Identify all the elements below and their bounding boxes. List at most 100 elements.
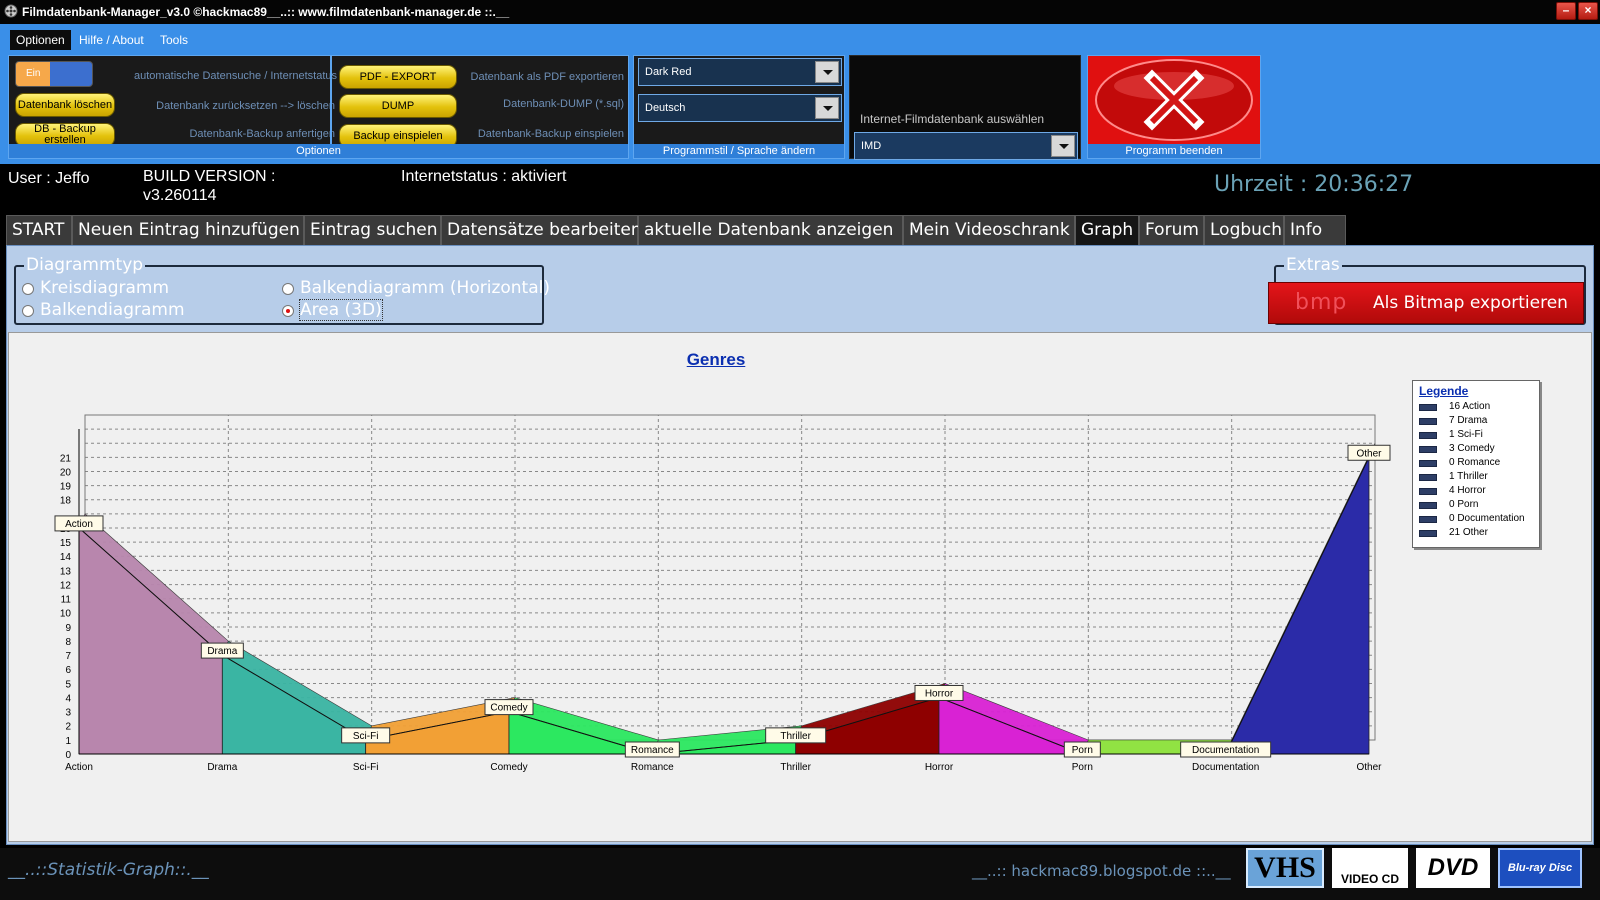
y-tick-label: 20 (60, 467, 72, 478)
legend-swatch (1419, 474, 1437, 481)
build-value: v3.260114 (143, 187, 217, 204)
tab-new-entry[interactable]: Neuen Eintrag hinzufügen (72, 215, 304, 245)
tab-start[interactable]: START (6, 215, 72, 245)
export-bitmap-button[interactable]: bmp Als Bitmap exportieren (1268, 282, 1584, 324)
y-tick-label: 21 (60, 453, 72, 464)
legend-title: Legende (1419, 384, 1469, 398)
db-delete-button[interactable]: Datenbank löschen (15, 93, 115, 117)
autosearch-toggle[interactable]: Ein (15, 61, 93, 87)
legend-item: 0 Porn (1419, 498, 1533, 512)
legend-swatch (1419, 516, 1437, 523)
x-tick-label: Documentation (1192, 762, 1259, 773)
hint-backup-import: Datenbank-Backup einspielen (477, 128, 624, 140)
legend-swatch (1419, 488, 1437, 495)
app-window: Filmdatenbank-Manager_v3.0 ©hackmac89__.… (0, 0, 1600, 900)
chevron-down-icon[interactable] (1051, 135, 1075, 157)
legend-swatch (1419, 502, 1437, 509)
tab-search[interactable]: Eintrag suchen (304, 215, 441, 245)
y-tick-label: 6 (65, 665, 71, 676)
dump-button[interactable]: DUMP (339, 94, 457, 118)
x-tick-label: Other (1356, 762, 1382, 773)
x-tick-label: Horror (925, 762, 954, 773)
export-bitmap-label: Als Bitmap exportieren (1373, 293, 1568, 313)
hint-db-backup: Datenbank-Backup anfertigen (189, 128, 335, 140)
chevron-down-icon[interactable] (815, 61, 839, 83)
radio-bar[interactable]: Balkendiagramm (22, 300, 185, 320)
legend-text: 16 Action (1449, 401, 1491, 412)
legend-text: 1 Thriller (1449, 471, 1488, 482)
user-label: User : Jeffo (8, 170, 90, 187)
title-bar: Filmdatenbank-Manager_v3.0 ©hackmac89__.… (0, 0, 1600, 24)
menu-optionen[interactable]: Optionen (10, 30, 71, 50)
window-title: Filmdatenbank-Manager_v3.0 ©hackmac89__.… (22, 5, 510, 19)
imdb-select-value: IMD (861, 140, 882, 152)
bluray-logo: Blu-ray Disc (1498, 848, 1582, 888)
legend-text: 4 Horror (1449, 485, 1486, 496)
legend-text: 3 Comedy (1449, 443, 1495, 454)
x-tick-label: Thriller (780, 762, 811, 773)
group-caption-exit: Programm beenden (1088, 144, 1260, 158)
video-cd-logo: VIDEO CD (1332, 848, 1408, 888)
y-tick-label: 19 (60, 482, 72, 493)
point-label: Thriller (780, 731, 811, 742)
legend-item: 0 Documentation (1419, 512, 1533, 526)
tab-show-database[interactable]: aktuelle Datenbank anzeigen (638, 215, 903, 245)
menu-hilfe-about[interactable]: Hilfe / About (73, 30, 150, 50)
tab-graph[interactable]: Graph (1075, 215, 1139, 245)
chart-title: Genres (686, 350, 746, 369)
menu-bar: Optionen Hilfe / About Tools (0, 24, 1600, 52)
y-tick-label: 5 (65, 679, 71, 690)
close-window-button[interactable]: × (1578, 2, 1598, 20)
tab-forum[interactable]: Forum (1139, 215, 1204, 245)
style-select[interactable]: Dark Red (638, 58, 842, 86)
y-tick-label: 0 (65, 750, 71, 761)
radio-pie[interactable]: Kreisdiagramm (22, 278, 169, 298)
radio-dot (22, 283, 34, 295)
tab-bar: START Neuen Eintrag hinzufügen Eintrag s… (6, 215, 1594, 245)
tab-video-cabinet[interactable]: Mein Videoschrank (903, 215, 1075, 245)
y-tick-label: 18 (60, 496, 72, 507)
style-select-value: Dark Red (645, 66, 692, 78)
language-select-value: Deutsch (645, 102, 686, 114)
toggle-label: Ein (26, 68, 41, 79)
x-tick-label: Action (65, 762, 93, 773)
y-tick-label: 10 (60, 609, 72, 620)
y-tick-label: 2 (65, 722, 71, 733)
y-tick-label: 11 (61, 595, 72, 606)
area-segment (78, 527, 223, 755)
y-tick-label: 14 (60, 552, 72, 563)
legend-swatch (1419, 460, 1437, 467)
radio-bar-horizontal[interactable]: Balkendiagramm (Horizontal) (282, 278, 550, 298)
legend-item: 16 Action (1419, 400, 1533, 414)
menu-tools[interactable]: Tools (154, 30, 194, 50)
radio-area-3d[interactable]: Area (3D) (282, 299, 383, 321)
extras-title: Extras (1284, 255, 1342, 275)
hint-db-reset: Datenbank zurücksetzen --> löschen (156, 100, 335, 112)
exit-button[interactable] (1088, 56, 1260, 144)
imdb-select[interactable]: IMD (854, 132, 1078, 160)
y-tick-label: 7 (65, 651, 71, 662)
legend-item: 4 Horror (1419, 484, 1533, 498)
legend-item: 21 Other (1419, 526, 1533, 540)
tab-logbook[interactable]: Logbuch (1204, 215, 1284, 245)
point-label: Action (65, 519, 93, 530)
minimize-button[interactable]: – (1556, 2, 1576, 20)
chart-area: 01234567891011121314151618192021ActionDr… (8, 332, 1592, 842)
hint-autosearch: automatische Datensuche / Internetstatus (133, 70, 337, 82)
film-reel-icon (4, 4, 18, 18)
chevron-down-icon[interactable] (815, 97, 839, 119)
ribbon-group-exit: Programm beenden (1087, 55, 1261, 159)
close-icon: × (1584, 3, 1592, 17)
tab-info[interactable]: Info (1284, 215, 1346, 245)
x-tick-label: Porn (1072, 762, 1093, 773)
language-select[interactable]: Deutsch (638, 94, 842, 122)
radio-dot (22, 305, 34, 317)
diagram-type-title: Diagrammtyp (24, 255, 146, 275)
tab-edit-records[interactable]: Datensätze bearbeiten (441, 215, 642, 245)
y-tick-label: 15 (60, 538, 72, 549)
legend-item: 3 Comedy (1419, 442, 1533, 456)
legend-swatch (1419, 418, 1437, 425)
pdf-export-button[interactable]: PDF - EXPORT (339, 65, 457, 89)
legend-text: 0 Documentation (1449, 513, 1525, 524)
footer-left-text: __..::Statistik-Graph::.__ (8, 860, 209, 880)
